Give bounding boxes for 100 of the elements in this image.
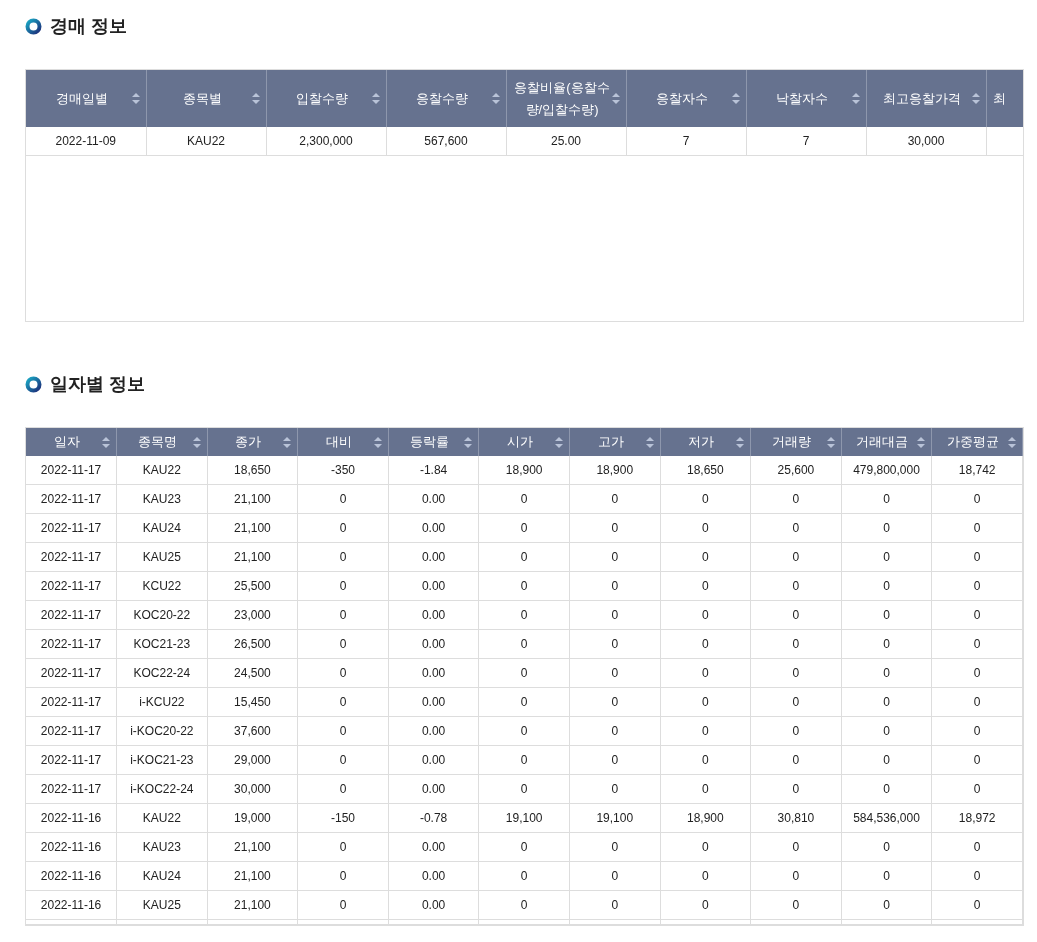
column-header[interactable]: 대비 (297, 428, 389, 456)
table-cell: 2022-11-16 (26, 832, 117, 862)
column-header[interactable]: 경매일별 (26, 70, 146, 127)
table-cell: 2022-11-17 (26, 542, 117, 572)
column-header[interactable]: 종목별 (146, 70, 266, 127)
column-header[interactable]: 응찰자수 (626, 70, 746, 127)
table-cell: 0 (750, 513, 842, 543)
table-cell: 21,100 (207, 542, 298, 572)
table-cell: 0.00 (388, 832, 479, 862)
table-cell: 0 (297, 861, 389, 891)
table-cell: i-KCU22 (116, 687, 208, 717)
sort-icon[interactable] (645, 436, 654, 448)
sort-icon[interactable] (102, 436, 111, 448)
sort-icon[interactable] (131, 93, 140, 104)
table-cell: KAU22 (116, 803, 208, 833)
column-header[interactable]: 응찰비율(응찰수량/입찰수량) (506, 70, 626, 127)
table-cell: 25,600 (750, 456, 842, 485)
column-header[interactable]: 최 (986, 70, 1023, 127)
table-cell: 2022-11-17 (26, 484, 117, 514)
table-cell: 2022-11-17 (26, 658, 117, 688)
table-cell: -350 (297, 456, 389, 485)
table-cell: 0 (841, 745, 932, 775)
sort-icon[interactable] (371, 93, 380, 104)
sort-icon[interactable] (554, 436, 563, 448)
sort-icon[interactable] (1008, 436, 1016, 448)
table-cell: 0 (569, 600, 661, 630)
table-cell: 0 (931, 542, 1023, 572)
table-cell: 0 (297, 484, 389, 514)
table-cell: 18,742 (931, 456, 1023, 485)
table-cell: 30,000 (207, 774, 298, 804)
column-header[interactable]: 종목명 (116, 428, 208, 456)
table-cell: 0 (660, 629, 751, 659)
table-cell: 2022-11-17 (26, 774, 117, 804)
table-cell: KAU25 (116, 890, 208, 920)
column-header[interactable]: 일자 (26, 428, 117, 456)
table-cell: 479,800,000 (841, 456, 932, 485)
table-cell: 0 (841, 629, 932, 659)
table-cell: 2022-11-17 (26, 600, 117, 630)
table-cell: 567,600 (386, 127, 506, 156)
column-header[interactable]: 낙찰자수 (746, 70, 866, 127)
table-cell: 0 (841, 774, 932, 804)
table-cell: 0 (478, 861, 570, 891)
table-cell: 0 (660, 774, 751, 804)
table-cell: 0 (931, 774, 1023, 804)
table-cell: -150 (297, 803, 389, 833)
table-cell: 0.00 (388, 658, 479, 688)
table-cell: 0 (841, 513, 932, 543)
sort-icon[interactable] (283, 436, 292, 448)
table-cell: 0 (750, 774, 842, 804)
table-cell: 0 (569, 484, 661, 514)
sort-icon[interactable] (491, 93, 500, 104)
table-cell: KAU22 (146, 127, 266, 156)
sort-icon[interactable] (251, 93, 260, 104)
column-header[interactable]: 저가 (660, 428, 751, 456)
sort-icon[interactable] (736, 436, 745, 448)
table-cell: 0 (297, 571, 389, 601)
table-cell: 0 (931, 484, 1023, 514)
sort-icon[interactable] (731, 93, 740, 104)
column-header[interactable]: 거래대금 (841, 428, 932, 456)
table-cell: 0 (478, 513, 570, 543)
column-header[interactable]: 가중평균 (931, 428, 1023, 456)
table-cell: 25,500 (207, 571, 298, 601)
table-cell: 2022-11-17 (26, 716, 117, 746)
sort-icon[interactable] (464, 436, 473, 448)
table-cell: 0.00 (388, 745, 479, 775)
table-cell: 0 (841, 658, 932, 688)
table-cell: 0 (660, 484, 751, 514)
table-cell: 21,100 (207, 832, 298, 862)
table-cell: 2022-11-09 (26, 127, 146, 156)
column-header[interactable]: 입찰수량 (266, 70, 386, 127)
sort-icon[interactable] (826, 436, 835, 448)
section-title: 경매 정보 (50, 15, 127, 38)
table-cell: 2022-11-16 (26, 890, 117, 920)
table-cell: 0 (660, 687, 751, 717)
sort-icon[interactable] (611, 93, 620, 104)
sort-icon[interactable] (917, 436, 926, 448)
column-header[interactable]: 등락률 (388, 428, 479, 456)
table-cell: 0 (841, 687, 932, 717)
table-cell: 0 (931, 832, 1023, 862)
sort-icon[interactable] (373, 436, 382, 448)
table-cell: 0 (841, 542, 932, 572)
column-header[interactable]: 최고응찰가격 (866, 70, 986, 127)
column-header[interactable]: 종가 (207, 428, 298, 456)
table-cell: 0.00 (388, 600, 479, 630)
column-header[interactable]: 응찰수량 (386, 70, 506, 127)
sort-icon[interactable] (971, 93, 980, 104)
table-cell: 0 (478, 774, 570, 804)
sort-icon[interactable] (192, 436, 201, 448)
table-cell: 0 (841, 484, 932, 514)
table-cell: KCU22 (116, 571, 208, 601)
table-cell: KAU25 (116, 542, 208, 572)
table-cell: 0 (297, 542, 389, 572)
column-header[interactable]: 시가 (478, 428, 570, 456)
table-cell: 21,100 (207, 484, 298, 514)
column-header[interactable]: 거래량 (750, 428, 842, 456)
column-header[interactable]: 고가 (569, 428, 661, 456)
sort-icon[interactable] (851, 93, 860, 104)
table-cell: 0 (931, 687, 1023, 717)
table-cell: 0 (569, 629, 661, 659)
table-cell: 0 (750, 861, 842, 891)
